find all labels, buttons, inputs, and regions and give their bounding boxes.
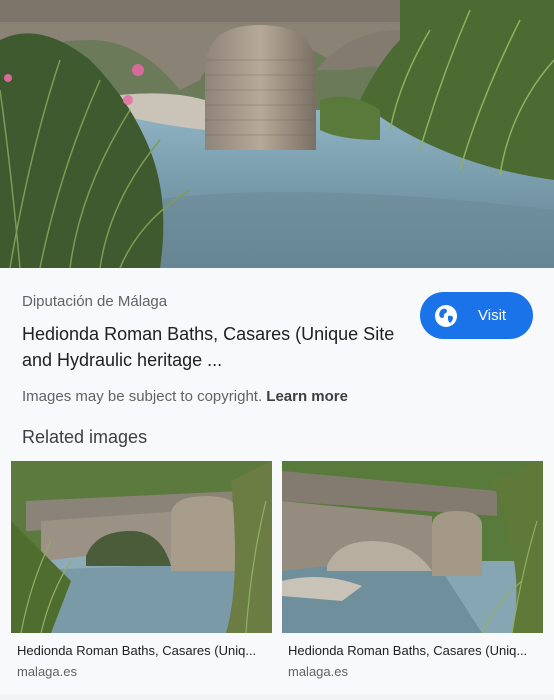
related-image-site: malaga.es [17, 664, 77, 679]
related-images-heading: Related images [22, 427, 148, 447]
related-image-caption[interactable]: Hedionda Roman Baths, Casares (Uniq... [282, 643, 543, 658]
visit-label: Visit [478, 307, 507, 324]
visit-button[interactable]: Visit [420, 292, 533, 339]
source-site[interactable]: Diputación de Málaga [22, 293, 167, 310]
image-title[interactable]: Hedionda Roman Baths, Casares (Unique Si… [22, 321, 402, 373]
related-image-thumb[interactable] [282, 461, 543, 633]
copyright-text: Images may be subject to copyright. [22, 388, 267, 405]
related-image-card[interactable]: Hedionda Roman Baths, Casares (Uniq... m… [11, 461, 272, 679]
related-image-thumb[interactable] [11, 461, 272, 633]
related-image-site: malaga.es [288, 664, 348, 679]
related-image-card[interactable]: Hedionda Roman Baths, Casares (Uniq... m… [282, 461, 543, 679]
copyright-notice: Images may be subject to copyright. Lear… [22, 387, 554, 425]
learn-more-link[interactable]: Learn more [266, 388, 348, 405]
related-image-caption[interactable]: Hedionda Roman Baths, Casares (Uniq... [11, 643, 272, 658]
globe-icon [435, 304, 457, 327]
main-image[interactable] [0, 0, 554, 268]
